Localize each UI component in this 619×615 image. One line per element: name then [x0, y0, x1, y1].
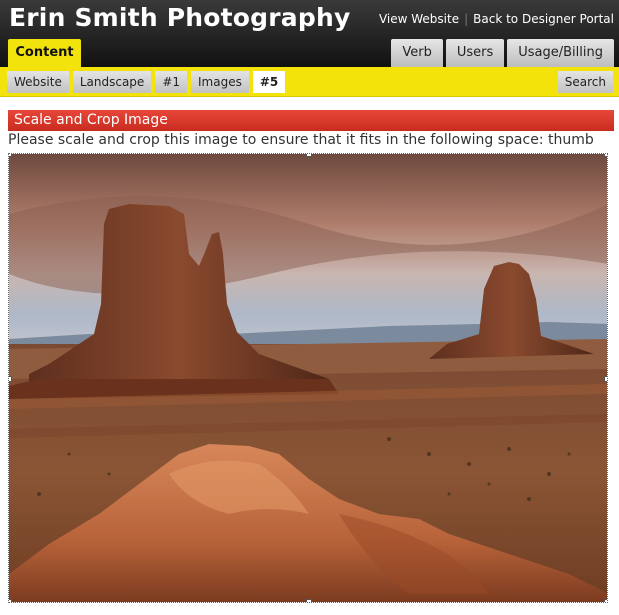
tab-usage-billing[interactable]: Usage/Billing [507, 39, 614, 67]
crop-handle-top[interactable] [306, 154, 312, 157]
tab-users[interactable]: Users [445, 39, 505, 67]
breadcrumb: Website Landscape #1 Images #5 [7, 71, 286, 93]
back-to-portal-link[interactable]: Back to Designer Portal [473, 12, 614, 26]
search-button[interactable]: Search [557, 71, 613, 93]
crumb-5[interactable]: #5 [252, 71, 286, 93]
header: Erin Smith Photography View Website | Back… [0, 0, 619, 67]
top-links: View Website | Back to Designer Portal [379, 12, 614, 26]
tab-content[interactable]: Content [8, 39, 81, 67]
instructions-text: Please scale and crop this image to ensu… [8, 132, 594, 148]
landscape-photo [9, 154, 607, 602]
site-title: Erin Smith Photography [9, 3, 351, 32]
section-title: Scale and Crop Image [8, 110, 614, 131]
crumb-images[interactable]: Images [191, 71, 249, 93]
crumb-1[interactable]: #1 [155, 71, 188, 93]
crop-handle-top-left[interactable] [9, 154, 12, 157]
tab-verb[interactable]: Verb [391, 39, 443, 67]
crumb-landscape[interactable]: Landscape [72, 71, 152, 93]
link-separator: | [464, 12, 469, 26]
crop-handle-left[interactable] [9, 376, 12, 382]
crop-area[interactable] [8, 153, 608, 603]
view-website-link[interactable]: View Website [379, 12, 459, 26]
crumb-website[interactable]: Website [7, 71, 69, 93]
admin-tabs: Verb Users Usage/Billing [391, 39, 614, 67]
subnav-bar: Website Landscape #1 Images #5 Search [0, 67, 619, 97]
